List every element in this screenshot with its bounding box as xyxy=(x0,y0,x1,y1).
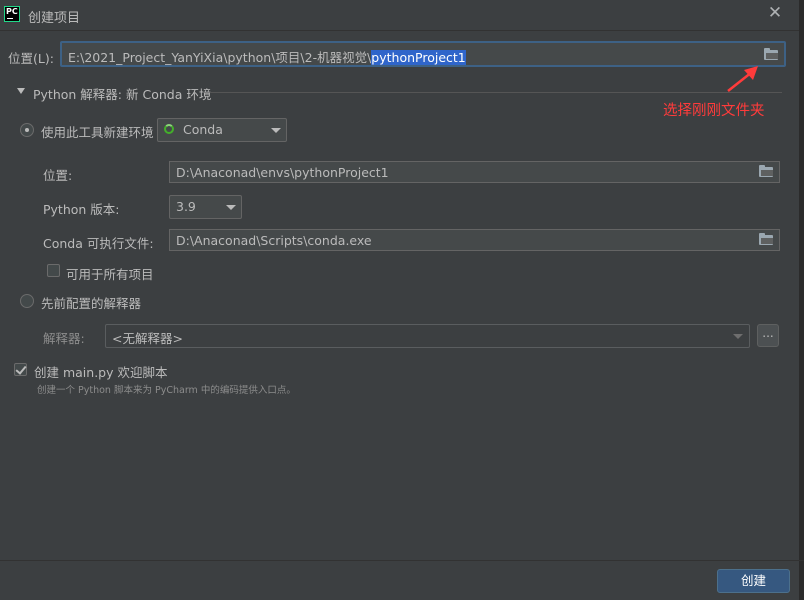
interpreter-value: <无解释器> xyxy=(112,331,183,346)
app-icon-text: PC xyxy=(6,7,18,16)
python-version-select[interactable]: 3.9 xyxy=(169,195,242,219)
collapse-triangle-icon[interactable] xyxy=(17,88,25,94)
interpreter-section-title[interactable]: Python 解释器: 新 Conda 环境 xyxy=(33,84,211,103)
close-icon[interactable]: ✕ xyxy=(766,4,784,22)
window-title: 创建项目 xyxy=(28,11,81,26)
conda-exe-input[interactable]: D:\Anaconad\Scripts\conda.exe xyxy=(169,229,780,251)
conda-exe-value: D:\Anaconad\Scripts\conda.exe xyxy=(176,233,372,248)
chevron-down-icon xyxy=(733,334,743,339)
interpreter-select[interactable]: <无解释器> xyxy=(105,324,750,348)
annotation-text: 选择刚刚文件夹 xyxy=(663,103,765,119)
location-path-selected: pythonProject1 xyxy=(371,50,466,65)
all-projects-checkbox[interactable] xyxy=(47,264,60,277)
interpreter-label: 解释器: xyxy=(43,331,85,346)
folder-icon[interactable] xyxy=(764,48,778,60)
welcome-script-label: 创建 main.py 欢迎脚本 xyxy=(34,365,168,380)
new-env-radio[interactable] xyxy=(20,123,34,137)
create-button[interactable]: 创建 xyxy=(717,569,790,593)
conda-exe-label: Conda 可执行文件: xyxy=(43,236,154,251)
env-tool-select[interactable]: Conda xyxy=(157,118,287,142)
location-label: 位置(L): xyxy=(8,51,54,66)
location-path-prefix: E:\2021_Project_YanYiXia\python\项目\2-机器视… xyxy=(68,50,372,65)
welcome-script-checkbox[interactable] xyxy=(14,363,27,376)
location-path: E:\2021_Project_YanYiXia\python\项目\2-机器视… xyxy=(68,47,466,66)
env-location-input[interactable]: D:\Anaconad\envs\pythonProject1 xyxy=(169,161,780,183)
footer-divider xyxy=(0,560,804,561)
env-location-label: 位置: xyxy=(43,168,73,183)
previous-interpreter-radio[interactable] xyxy=(20,294,34,308)
welcome-script-hint: 创建一个 Python 脚本来为 PyCharm 中的编码提供入口点。 xyxy=(37,385,296,396)
pycharm-app-icon: PC xyxy=(4,6,20,22)
section-divider xyxy=(210,92,782,93)
conda-icon xyxy=(164,124,174,134)
title-bar: PC 创建项目 ✕ xyxy=(0,0,804,31)
all-projects-label: 可用于所有项目 xyxy=(66,267,154,282)
python-version-label: Python 版本: xyxy=(43,202,120,217)
env-tool-value: Conda xyxy=(183,122,223,137)
folder-icon[interactable] xyxy=(759,233,773,245)
folder-icon[interactable] xyxy=(759,165,773,177)
browse-interpreter-button[interactable]: ... xyxy=(757,324,779,347)
env-location-value: D:\Anaconad\envs\pythonProject1 xyxy=(176,165,389,180)
previous-interpreter-label: 先前配置的解释器 xyxy=(41,296,142,311)
new-env-radio-label: 使用此工具新建环境 xyxy=(41,125,154,140)
window-edge xyxy=(799,0,804,600)
chevron-down-icon xyxy=(226,205,236,210)
python-version-value: 3.9 xyxy=(176,199,196,214)
location-input[interactable]: E:\2021_Project_YanYiXia\python\项目\2-机器视… xyxy=(60,41,786,67)
chevron-down-icon xyxy=(271,128,281,133)
